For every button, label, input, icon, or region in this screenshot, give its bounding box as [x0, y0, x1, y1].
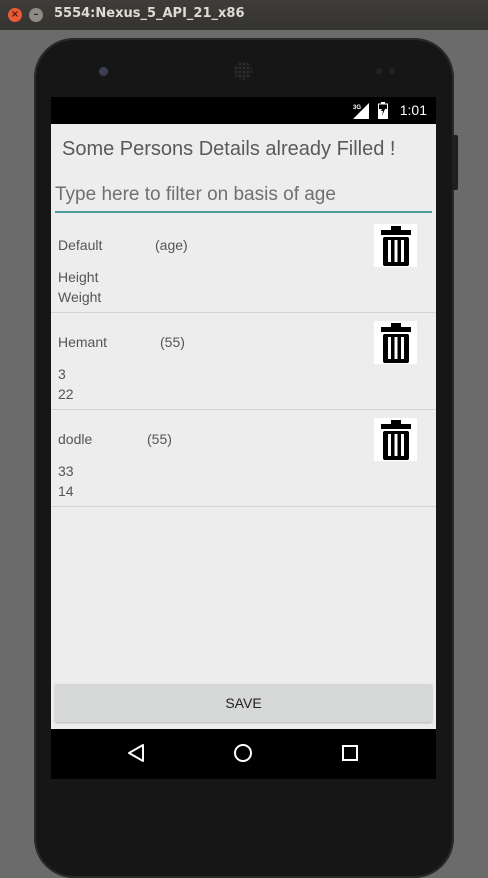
page-title: Some Persons Details already Filled !: [62, 138, 396, 160]
light-sensor: [389, 68, 395, 74]
list-item[interactable]: Hemant (55) 3 22: [51, 313, 436, 410]
delete-button[interactable]: [374, 418, 417, 461]
window-close-button[interactable]: ×: [8, 8, 22, 22]
person-age: (age): [155, 237, 188, 253]
person-height: 3: [58, 366, 66, 382]
person-list: Default (age) Height Weight Hemant (55) …: [51, 216, 436, 507]
person-height: 33: [58, 463, 74, 479]
device-screen: 3G 1:01 Some Persons Details already Fil…: [51, 97, 436, 779]
battery-icon: [378, 102, 388, 119]
navigation-bar: [51, 729, 436, 779]
status-bar: 3G 1:01: [51, 97, 436, 124]
list-item[interactable]: Default (age) Height Weight: [51, 216, 436, 313]
trash-icon: [380, 419, 411, 460]
trash-icon: [380, 225, 411, 266]
earpiece-speaker: [234, 62, 252, 80]
trash-icon: [380, 322, 411, 363]
person-age: (55): [147, 431, 172, 447]
nav-recents-button[interactable]: [341, 743, 359, 767]
status-time: 1:01: [399, 102, 427, 118]
delete-button[interactable]: [374, 321, 417, 364]
person-height: Height: [58, 269, 99, 285]
nav-home-button[interactable]: [233, 743, 253, 767]
proximity-sensor: [376, 68, 382, 74]
front-camera: [99, 67, 108, 76]
recents-square-icon: [342, 745, 358, 761]
person-weight: 22: [58, 386, 74, 402]
person-age: (55): [160, 334, 185, 350]
age-filter-input[interactable]: [55, 179, 432, 213]
signal-label: 3G: [353, 105, 361, 111]
signal-icon: 3G: [353, 103, 369, 119]
window-titlebar: × – 5554:Nexus_5_API_21_x86: [0, 0, 488, 30]
person-weight: 14: [58, 483, 74, 499]
save-button[interactable]: SAVE: [55, 684, 432, 722]
back-triangle-icon: [128, 744, 144, 762]
minimize-icon: –: [33, 9, 39, 20]
delete-button[interactable]: [374, 224, 417, 267]
close-icon: ×: [10, 9, 20, 20]
window-title: 5554:Nexus_5_API_21_x86: [54, 6, 245, 21]
person-name: Hemant: [58, 334, 108, 350]
nav-back-button[interactable]: [127, 743, 145, 767]
window-minimize-button[interactable]: –: [29, 8, 43, 22]
person-weight: Weight: [58, 289, 102, 305]
person-name: Default: [58, 237, 103, 253]
home-circle-icon: [234, 744, 252, 762]
phone-side-button[interactable]: [452, 135, 458, 190]
list-item[interactable]: dodle (55) 33 14: [51, 410, 436, 507]
person-name: dodle: [58, 431, 93, 447]
